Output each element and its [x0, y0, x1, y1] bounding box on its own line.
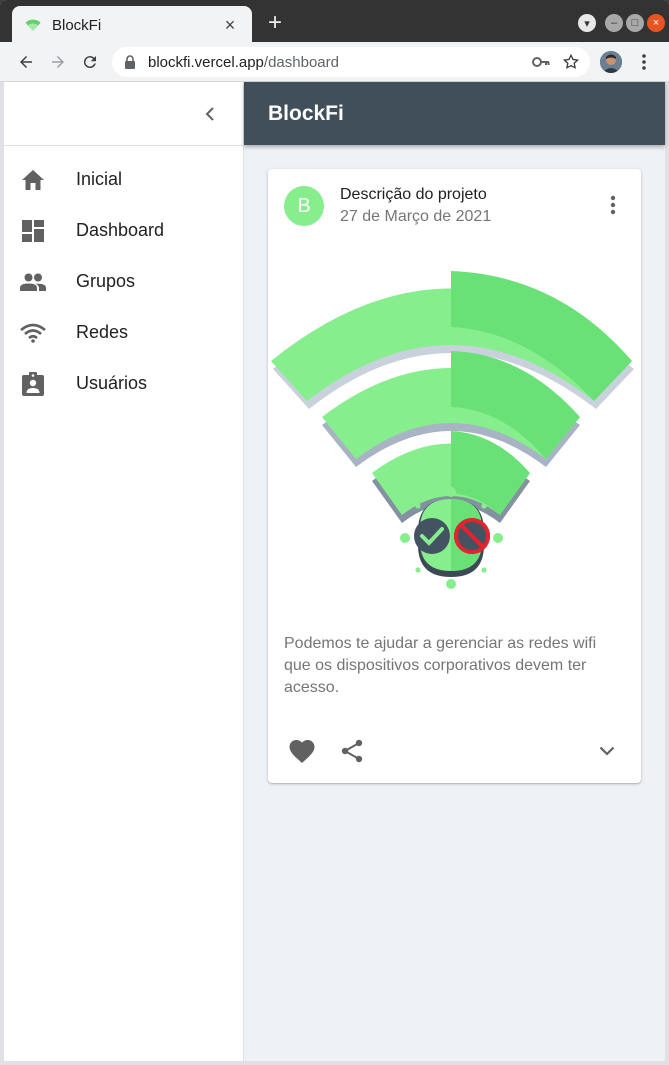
browser-tab[interactable]: BlockFi × — [12, 6, 252, 44]
wifi-icon — [20, 320, 46, 346]
url-path: /dashboard — [263, 53, 339, 71]
sidebar-item-label: Dashboard — [76, 220, 165, 240]
url-text[interactable]: blockfi.vercel.app/dashboard — [148, 54, 530, 71]
dashboard-icon — [20, 218, 46, 244]
sidebar-item-grupos[interactable]: Grupos — [4, 256, 243, 307]
address-bar[interactable]: blockfi.vercel.app/dashboard — [112, 47, 590, 77]
project-card: B Descrição do projeto 27 de Março de 20… — [268, 169, 641, 783]
page-title: BlockFi — [268, 101, 344, 125]
expand-more-icon[interactable] — [593, 737, 621, 765]
star-icon[interactable] — [560, 51, 582, 73]
sidebar-item-inicial[interactable]: Inicial — [4, 154, 243, 205]
reload-icon[interactable] — [78, 50, 102, 74]
key-icon[interactable] — [530, 51, 552, 73]
home-icon — [20, 167, 46, 193]
maximize-icon[interactable]: □ — [626, 14, 644, 32]
more-vert-icon[interactable] — [601, 193, 625, 217]
sidebar-item-usuarios[interactable]: Usuários — [4, 358, 243, 409]
tab-title: BlockFi — [52, 16, 102, 34]
forward-icon[interactable] — [46, 50, 70, 74]
page: Inicial Dashboard Grupos Redes Usuários … — [4, 82, 665, 1061]
minimize-icon[interactable]: – — [605, 14, 623, 32]
card-actions — [268, 725, 641, 773]
sidebar-item-label: Redes — [76, 322, 129, 342]
browser-window: BlockFi × + ▾ – □ × blockfi.vercel.app/d… — [0, 0, 669, 1065]
window-menu-icon[interactable]: ▾ — [578, 14, 596, 32]
sidebar-nav: Inicial Dashboard Grupos Redes Usuários — [4, 146, 243, 409]
sidebar-item-label: Usuários — [76, 373, 148, 393]
sidebar-item-label: Grupos — [76, 271, 136, 291]
wifi-favicon-icon — [24, 16, 42, 34]
avatar: B — [284, 186, 324, 226]
card-subheader: 27 de Março de 2021 — [340, 208, 492, 225]
people-icon — [20, 269, 46, 295]
card-header: B Descrição do projeto 27 de Março de 20… — [284, 185, 625, 227]
sidebar-item-dashboard[interactable]: Dashboard — [4, 205, 243, 256]
favorite-icon[interactable] — [288, 737, 316, 765]
sidebar-header — [4, 82, 243, 146]
plus-icon[interactable]: + — [262, 10, 288, 36]
wifi-illustration — [268, 249, 641, 609]
chevron-left-icon[interactable] — [198, 102, 222, 126]
profile-avatar[interactable] — [600, 51, 622, 73]
window-close-icon[interactable]: × — [647, 14, 665, 32]
app-bar: BlockFi — [244, 82, 665, 145]
sidebar: Inicial Dashboard Grupos Redes Usuários — [4, 82, 244, 1061]
back-icon[interactable] — [14, 50, 38, 74]
card-title: Descrição do projeto — [340, 186, 487, 203]
kebab-menu-icon[interactable] — [632, 50, 656, 74]
card-description: Podemos te ajudar a gerenciar as redes w… — [284, 635, 597, 696]
lock-icon[interactable] — [124, 55, 138, 69]
assignment-ind-icon — [20, 371, 46, 397]
tab-strip: BlockFi × + ▾ – □ × — [0, 0, 669, 44]
share-icon[interactable] — [338, 737, 366, 765]
close-icon[interactable]: × — [220, 15, 240, 36]
browser-toolbar: blockfi.vercel.app/dashboard — [0, 42, 669, 82]
sidebar-item-redes[interactable]: Redes — [4, 307, 243, 358]
sidebar-item-label: Inicial — [76, 169, 123, 189]
url-host: blockfi.vercel.app — [148, 53, 264, 71]
